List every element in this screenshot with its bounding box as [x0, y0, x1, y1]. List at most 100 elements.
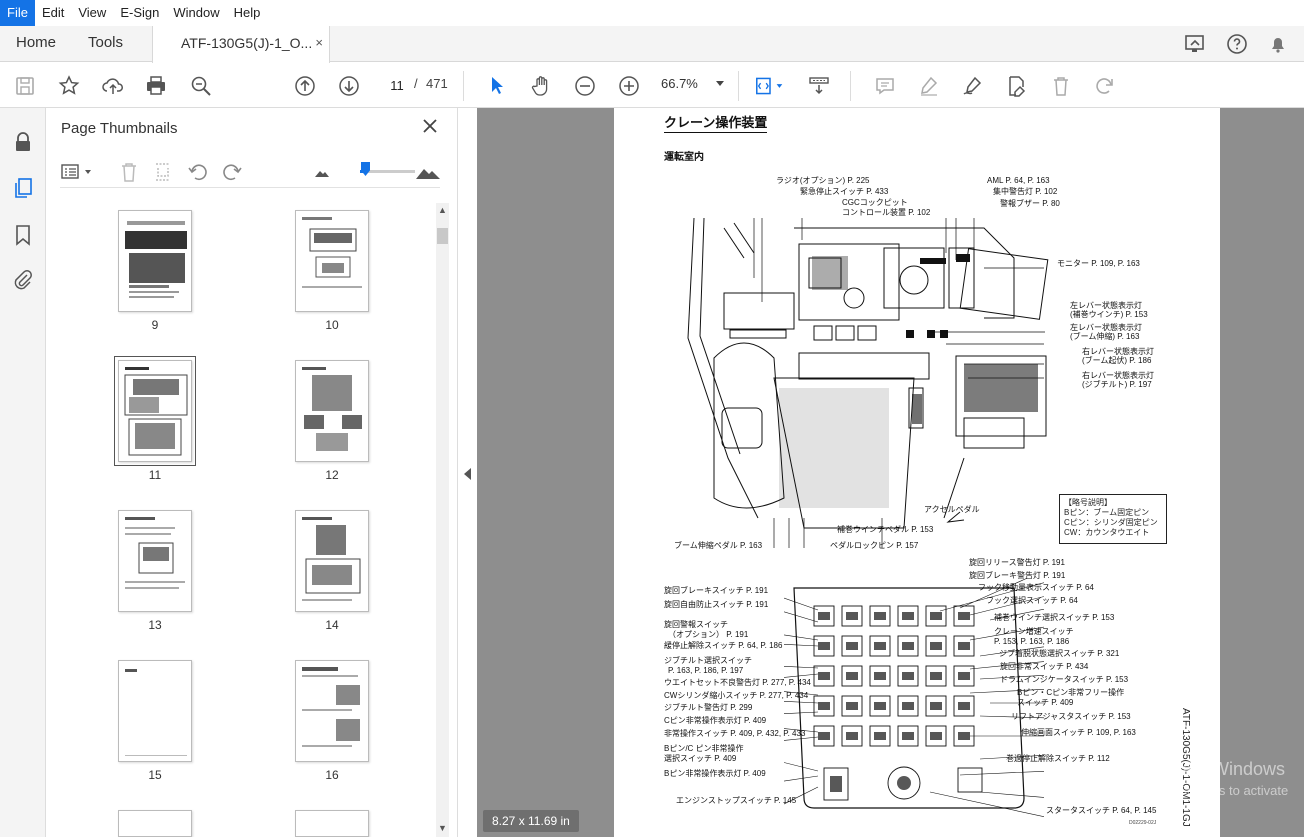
toolbar-divider [850, 71, 851, 101]
comment-icon[interactable] [872, 73, 898, 99]
print-icon[interactable] [143, 73, 169, 99]
cab-interior-illustration [687, 218, 1049, 548]
callout-label: P. 163, P. 186, P. 197 [668, 666, 744, 675]
page-thumbnail[interactable] [295, 360, 369, 462]
callout-label: 右レバー状態表示灯 [1082, 347, 1154, 356]
callout-label: 非常操作スイッチ P. 409, P. 432, P. 433 [664, 729, 806, 738]
legend-line: 【略号説明】 [1064, 498, 1112, 507]
page-thumbnail[interactable] [295, 510, 369, 612]
scroll-mode-icon[interactable] [806, 73, 832, 99]
tab-document-label: ATF-130G5(J)-1_O... [181, 35, 313, 51]
rotate-clockwise-icon[interactable] [220, 160, 244, 184]
page-thumbnails-icon[interactable] [11, 176, 35, 200]
rotate-counterclockwise-icon[interactable] [186, 160, 210, 184]
callout-label: 左レバー状態表示灯 [1070, 323, 1142, 332]
callout-label: 旋回自由防止スイッチ P. 191 [664, 600, 769, 609]
small-thumbnails-mountain-icon[interactable] [310, 160, 334, 184]
activate-windows-watermark: Activate Windows Go to Settings to activ… [1143, 758, 1288, 802]
menu-window[interactable]: Window [166, 0, 226, 26]
callout-label: ジブチルト警告灯 P. 299 [664, 703, 753, 712]
page-thumbnail[interactable] [118, 210, 192, 312]
close-panel-icon[interactable] [422, 118, 438, 134]
legend-line: CW：カウンタウエイト [1064, 528, 1150, 537]
panel-collapse-handle[interactable] [459, 108, 477, 837]
pdf-page: クレーン操作装置 運転室内 ラジオ(オプション) P. 225 緊急停止スイッチ… [614, 108, 1220, 837]
page-thumbnail[interactable] [118, 660, 192, 762]
thumbnail-page-number: 16 [325, 768, 339, 782]
thumbnail-scrollbar-thumb[interactable] [437, 228, 448, 244]
zoom-dropdown-caret-icon[interactable] [716, 81, 724, 86]
legend-line: Bピン：ブーム固定ピン [1064, 508, 1150, 517]
hand-pan-icon[interactable] [528, 73, 554, 99]
options-menu-icon[interactable] [60, 160, 96, 184]
main-toolbar: 11 / 471 66.7% [0, 63, 1304, 108]
page-thumbnail[interactable] [118, 810, 192, 837]
callout-label: 選択スイッチ P. 409 [664, 754, 737, 763]
page-thumbnail-selected[interactable] [114, 356, 196, 466]
scroll-down-arrow-icon[interactable]: ▼ [438, 823, 447, 833]
extract-pages-icon[interactable] [151, 160, 175, 184]
collapse-arrow-icon[interactable] [464, 468, 471, 480]
notification-bell-icon[interactable] [1266, 32, 1290, 56]
watermark-line: Go to Settings to activate [1143, 783, 1289, 798]
tab-document[interactable]: ATF-130G5(J)-1_O... × [152, 26, 330, 63]
abbreviation-legend: 【略号説明】 Bピン：ブーム固定ピン Cピン：シリンダ固定ピン CW：カウンタウ… [1059, 494, 1167, 544]
scroll-up-arrow-icon[interactable]: ▲ [438, 205, 447, 215]
previous-page-icon[interactable] [292, 73, 318, 99]
upload-cloud-icon[interactable] [100, 73, 126, 99]
zoom-out-icon[interactable] [572, 73, 598, 99]
callout-label: 左レバー状態表示灯 [1070, 301, 1142, 310]
help-icon[interactable] [1225, 32, 1249, 56]
tab-tools[interactable]: Tools [88, 26, 123, 62]
page-thumbnail[interactable] [295, 210, 369, 312]
thumbnail-page-number: 10 [325, 318, 339, 332]
menu-bar: File Edit View E-Sign Window Help [0, 0, 1304, 26]
select-cursor-icon[interactable] [484, 73, 510, 99]
callout-label: 旋回ブレーキ警告灯 P. 191 [969, 571, 1066, 580]
callout-label: ラジオ(オプション) P. 225 [776, 176, 870, 185]
callout-label: Bピン/C ピン非常操作 [664, 744, 744, 753]
callout-label: 補巻ウインチペダル P. 153 [837, 525, 934, 534]
menu-edit[interactable]: Edit [35, 0, 71, 26]
menu-esign[interactable]: E-Sign [113, 0, 166, 26]
fit-page-icon[interactable] [752, 73, 788, 99]
callout-label: リフトアジャスタスイッチ P. 153 [1011, 712, 1131, 721]
callout-label: アクセルペダル [924, 505, 980, 514]
sign-pen-icon[interactable] [960, 73, 986, 99]
attachments-paperclip-icon[interactable] [11, 268, 35, 292]
zoom-search-icon[interactable] [188, 73, 214, 99]
callout-label: フック選択スイッチ P. 64 [986, 596, 1078, 605]
drawing-number: D02229-02J [1129, 820, 1157, 826]
zoom-level-select[interactable]: 66.7% [661, 76, 698, 91]
share-screen-icon[interactable] [1183, 32, 1207, 56]
tab-close-icon[interactable]: × [315, 26, 323, 60]
total-pages: 471 [426, 76, 448, 91]
save-icon[interactable] [12, 73, 38, 99]
callout-label: 旋回非常スイッチ P. 434 [1000, 662, 1089, 671]
page-number-input[interactable]: 11 [380, 73, 414, 97]
menu-help[interactable]: Help [227, 0, 268, 26]
next-page-icon[interactable] [336, 73, 362, 99]
menu-file[interactable]: File [0, 0, 35, 26]
page-thumbnail[interactable] [118, 510, 192, 612]
document-viewer[interactable]: クレーン操作装置 運転室内 ラジオ(オプション) P. 225 緊急停止スイッチ… [477, 108, 1304, 837]
page-thumbnail[interactable] [295, 660, 369, 762]
page-thumbnail[interactable] [295, 810, 369, 837]
callout-label: P. 153, P. 163, P. 186 [994, 637, 1070, 646]
delete-trash-icon[interactable] [1048, 73, 1074, 99]
edit-document-icon[interactable] [1004, 73, 1030, 99]
bookmark-star-icon[interactable] [56, 73, 82, 99]
page-size-badge: 8.27 x 11.69 in [483, 810, 579, 832]
bookmarks-icon[interactable] [11, 223, 35, 247]
zoom-in-icon[interactable] [616, 73, 642, 99]
thumbnail-scrollbar[interactable] [436, 203, 449, 837]
redo-icon[interactable] [1092, 73, 1118, 99]
large-thumbnails-mountain-icon[interactable] [414, 160, 442, 184]
thumbnail-size-slider-knob[interactable] [361, 162, 370, 176]
delete-pages-icon[interactable] [117, 160, 141, 184]
thumbnail-page-number: 12 [325, 468, 339, 482]
highlight-pen-icon[interactable] [916, 73, 942, 99]
tab-home[interactable]: Home [16, 26, 56, 62]
menu-view[interactable]: View [71, 0, 113, 26]
lock-icon[interactable] [11, 130, 35, 154]
